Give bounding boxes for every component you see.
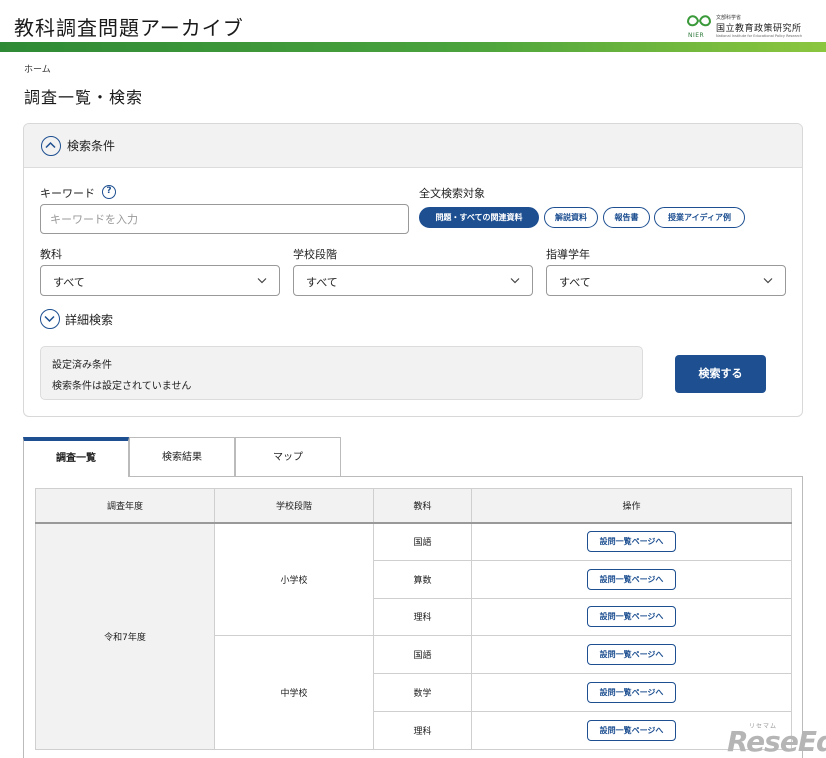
search-button[interactable]: 検索する (675, 355, 766, 393)
subject-select[interactable]: すべて (40, 265, 280, 296)
header-survey-year: 調査年度 (35, 488, 215, 524)
tab-divider (129, 476, 802, 477)
question-list-button[interactable]: 設問一覧ページへ (587, 568, 676, 590)
tab-panel-border-left (23, 476, 24, 758)
subject-cell: 数学 (373, 673, 472, 712)
grade-label: 指導学年 (546, 248, 590, 261)
tab-search-results[interactable]: 検索結果 (129, 437, 235, 477)
applied-conditions-text: 検索条件は設定されていません (52, 381, 192, 392)
school-level-select-value: すべて (306, 276, 338, 289)
logo-name: 国立教育政策研究所 (716, 24, 802, 34)
nier-logo[interactable]: NIER 文部科学省 国立教育政策研究所 National Institute … (686, 12, 810, 42)
grade-select[interactable]: すべて (546, 265, 786, 296)
chevron-up-icon[interactable] (41, 136, 61, 156)
chip-commentary[interactable]: 解説資料 (544, 207, 598, 228)
chevron-down-circle-icon[interactable] (40, 309, 60, 329)
tab-map[interactable]: マップ (235, 437, 341, 477)
help-icon[interactable]: ? (102, 185, 116, 199)
result-tabs: 調査一覧 検索結果 マップ (23, 437, 341, 477)
nier-leaf-icon (686, 15, 712, 27)
question-list-button[interactable]: 設問一覧ページへ (587, 606, 676, 628)
site-header: 教科調査問題アーカイブ NIER 文部科学省 国立教育政策研究所 Nationa… (0, 0, 826, 42)
question-list-button[interactable]: 設問一覧ページへ (587, 682, 676, 704)
search-panel-title: 検索条件 (67, 139, 116, 153)
chevron-down-icon (763, 278, 773, 284)
resemom-watermark: リセマム ReseEd (723, 721, 826, 758)
chevron-down-icon (257, 278, 267, 284)
subject-select-value: すべて (53, 276, 85, 289)
search-panel-header[interactable]: 検索条件 (24, 124, 802, 168)
chip-lesson-ideas[interactable]: 授業アイディア例 (654, 207, 745, 228)
applied-conditions-box: 設定済み条件 検索条件は設定されていません (40, 346, 643, 400)
subject-cell: 理科 (373, 710, 472, 750)
watermark-logo-text: ReseEd (727, 725, 826, 758)
survey-year-cell: 令和7年度 (35, 522, 215, 750)
chip-report[interactable]: 報告書 (603, 207, 650, 228)
applied-conditions-title: 設定済み条件 (52, 360, 112, 371)
subject-cell: 算数 (373, 559, 472, 599)
keyword-input[interactable] (40, 204, 409, 234)
question-list-button[interactable]: 設問一覧ページへ (587, 719, 676, 741)
school-level-select[interactable]: すべて (293, 265, 533, 296)
keyword-label: キーワード (40, 187, 95, 200)
chip-all-materials[interactable]: 問題・すべての関連資料 (419, 207, 539, 228)
logo-ministry: 文部科学省 (716, 15, 742, 21)
question-list-button[interactable]: 設問一覧ページへ (587, 531, 676, 553)
chevron-down-icon (510, 278, 520, 284)
advanced-search-label: 詳細検索 (65, 313, 114, 327)
site-title[interactable]: 教科調査問題アーカイブ (14, 12, 244, 41)
school-level-label: 学校段階 (293, 248, 337, 261)
tab-survey-list[interactable]: 調査一覧 (23, 437, 129, 477)
school-level-cell: 小学校 (214, 521, 374, 637)
header-school-level: 学校段階 (214, 488, 374, 524)
survey-table: 調査年度 学校段階 教科 操作 令和7年度 小学校 国語 設問一覧ページへ 算数… (35, 488, 792, 750)
question-list-button[interactable]: 設問一覧ページへ (587, 644, 676, 666)
subject-cell: 国語 (373, 522, 472, 561)
table-header-row: 調査年度 学校段階 教科 操作 (35, 488, 792, 524)
subject-cell: 理科 (373, 597, 472, 637)
breadcrumb-home[interactable]: ホーム (24, 62, 51, 75)
grade-select-value: すべて (559, 276, 591, 289)
logo-english: National Institute for Educational Polic… (716, 34, 803, 38)
fulltext-target-label: 全文検索対象 (419, 187, 485, 200)
logo-abbr: NIER (688, 32, 705, 39)
search-panel: 検索条件 キーワード ? 全文検索対象 問題・すべての関連資料 解説資料 報告書… (23, 123, 803, 417)
header-subject: 教科 (373, 488, 472, 524)
subject-cell: 国語 (373, 635, 472, 675)
header-actions: 操作 (471, 488, 792, 524)
table-row: 令和7年度 小学校 国語 設問一覧ページへ (35, 521, 792, 750)
school-level-cell: 中学校 (214, 635, 374, 750)
tab-panel-border-right (802, 476, 803, 758)
subject-label: 教科 (40, 248, 62, 261)
page-title: 調査一覧・検索 (24, 88, 144, 107)
header-accent-bar (0, 42, 826, 52)
